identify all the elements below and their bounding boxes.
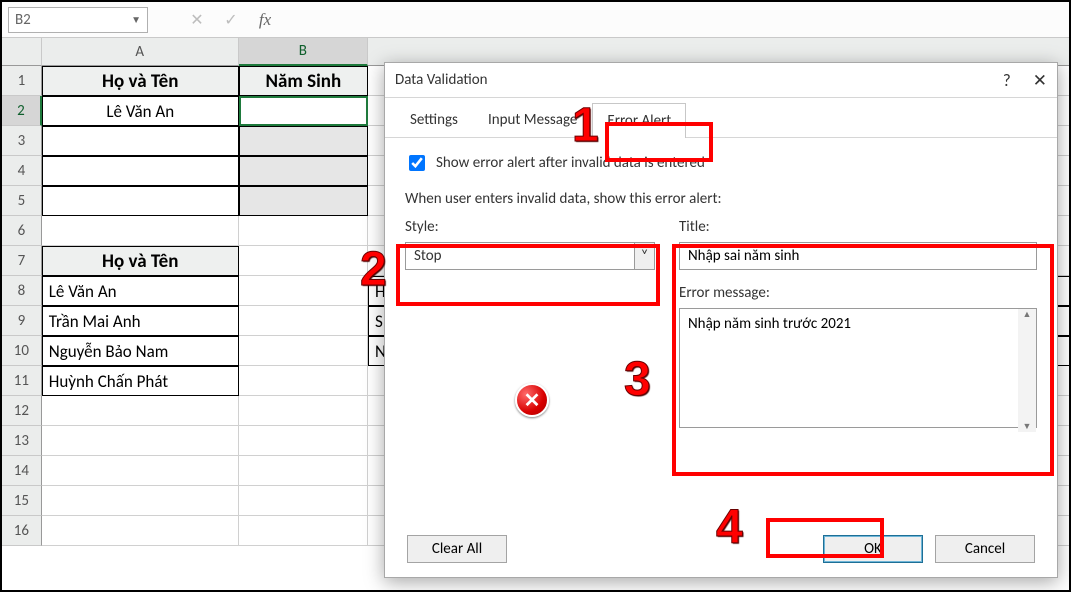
cancel-button[interactable]: Cancel	[935, 535, 1035, 563]
row-header[interactable]: 16	[2, 516, 42, 546]
cell-A6[interactable]	[42, 216, 239, 246]
stop-icon: ✕	[515, 383, 549, 417]
row-header[interactable]: 1	[2, 66, 42, 96]
row-header[interactable]: 11	[2, 366, 42, 396]
row-header[interactable]: 6	[2, 216, 42, 246]
row-header[interactable]: 13	[2, 426, 42, 456]
cell-A11[interactable]: Huỳnh Chấn Phát	[42, 366, 239, 396]
fx-icon[interactable]: fx	[252, 7, 278, 33]
col-header-A[interactable]: A	[42, 38, 239, 66]
name-box-value: B2	[15, 11, 31, 29]
cell-A10[interactable]: Nguyễn Bảo Nam	[42, 336, 239, 366]
cell-B9[interactable]	[239, 306, 368, 336]
annotation-box-4	[766, 518, 884, 558]
name-box[interactable]: B2 ▼	[8, 7, 148, 33]
cell-B6[interactable]	[239, 216, 368, 246]
row-header[interactable]: 7	[2, 246, 42, 276]
dialog-close-icon[interactable]: ✕	[1033, 70, 1047, 91]
cell[interactable]	[42, 426, 239, 456]
annotation-number-4: 4	[716, 500, 745, 555]
accept-formula-icon: ✓	[218, 7, 244, 33]
cell-B8[interactable]	[239, 276, 368, 306]
cell-A1[interactable]: Họ và Tên	[42, 66, 239, 96]
cell[interactable]	[42, 486, 239, 516]
row-header[interactable]: 9	[2, 306, 42, 336]
cell[interactable]	[239, 396, 368, 426]
cell-B7[interactable]	[239, 246, 368, 276]
dialog-tabs: Settings Input Message Error Alert	[385, 97, 1057, 138]
cell-A5[interactable]	[42, 186, 239, 216]
show-error-alert-checkbox-input[interactable]	[409, 155, 425, 171]
cell-A2[interactable]: Lê Văn An	[42, 96, 239, 126]
cell-B5[interactable]	[239, 186, 368, 216]
row-header[interactable]: 3	[2, 126, 42, 156]
row-header[interactable]: 14	[2, 456, 42, 486]
row-header[interactable]: 8	[2, 276, 42, 306]
cell[interactable]	[239, 426, 368, 456]
cell[interactable]	[239, 516, 368, 546]
cell-A9[interactable]: Trần Mai Anh	[42, 306, 239, 336]
row-header[interactable]: 5	[2, 186, 42, 216]
cell[interactable]	[239, 456, 368, 486]
cell[interactable]	[239, 486, 368, 516]
select-all-corner[interactable]	[2, 38, 42, 66]
annotation-number-1: 1	[572, 98, 601, 153]
formula-input[interactable]	[284, 7, 1061, 33]
title-label: Title:	[679, 218, 1037, 236]
show-error-alert-checkbox[interactable]: Show error alert after invalid data is e…	[405, 152, 1037, 174]
cell-A4[interactable]	[42, 156, 239, 186]
cell-B2-active[interactable]	[239, 96, 368, 126]
row-header[interactable]: 12	[2, 396, 42, 426]
cell[interactable]	[42, 516, 239, 546]
style-label: Style:	[405, 218, 655, 236]
annotation-number-2: 2	[360, 242, 389, 297]
cancel-formula-icon: ✕	[184, 7, 210, 33]
dialog-titlebar: Data Validation ? ✕	[385, 63, 1057, 97]
row-header[interactable]: 2	[2, 96, 42, 126]
row-header[interactable]: 15	[2, 486, 42, 516]
cell-B10[interactable]	[239, 336, 368, 366]
annotation-box-1	[605, 122, 713, 162]
annotation-box-3	[672, 244, 1054, 476]
annotation-number-3: 3	[624, 352, 653, 407]
error-alert-subheading: When user enters invalid data, show this…	[405, 190, 1037, 208]
col-header-B[interactable]: B	[239, 38, 368, 66]
cell-B4[interactable]	[239, 156, 368, 186]
chevron-down-icon[interactable]: ▼	[131, 13, 141, 26]
clear-all-button[interactable]: Clear All	[407, 535, 507, 563]
cell-B1[interactable]: Năm Sinh	[239, 66, 368, 96]
cell-A7[interactable]: Họ và Tên	[42, 246, 239, 276]
cell-B3[interactable]	[239, 126, 368, 156]
row-header[interactable]: 10	[2, 336, 42, 366]
cell[interactable]	[42, 396, 239, 426]
cell-A8[interactable]: Lê Văn An	[42, 276, 239, 306]
cell[interactable]	[42, 456, 239, 486]
row-header[interactable]: 4	[2, 156, 42, 186]
dialog-title: Data Validation	[395, 71, 488, 89]
cell-B11[interactable]	[239, 366, 368, 396]
annotation-box-2	[396, 244, 660, 306]
tab-settings[interactable]: Settings	[395, 102, 473, 137]
dialog-help-icon[interactable]: ?	[1003, 70, 1011, 91]
cell-A3[interactable]	[42, 126, 239, 156]
formula-bar: B2 ▼ ✕ ✓ fx	[2, 2, 1069, 38]
